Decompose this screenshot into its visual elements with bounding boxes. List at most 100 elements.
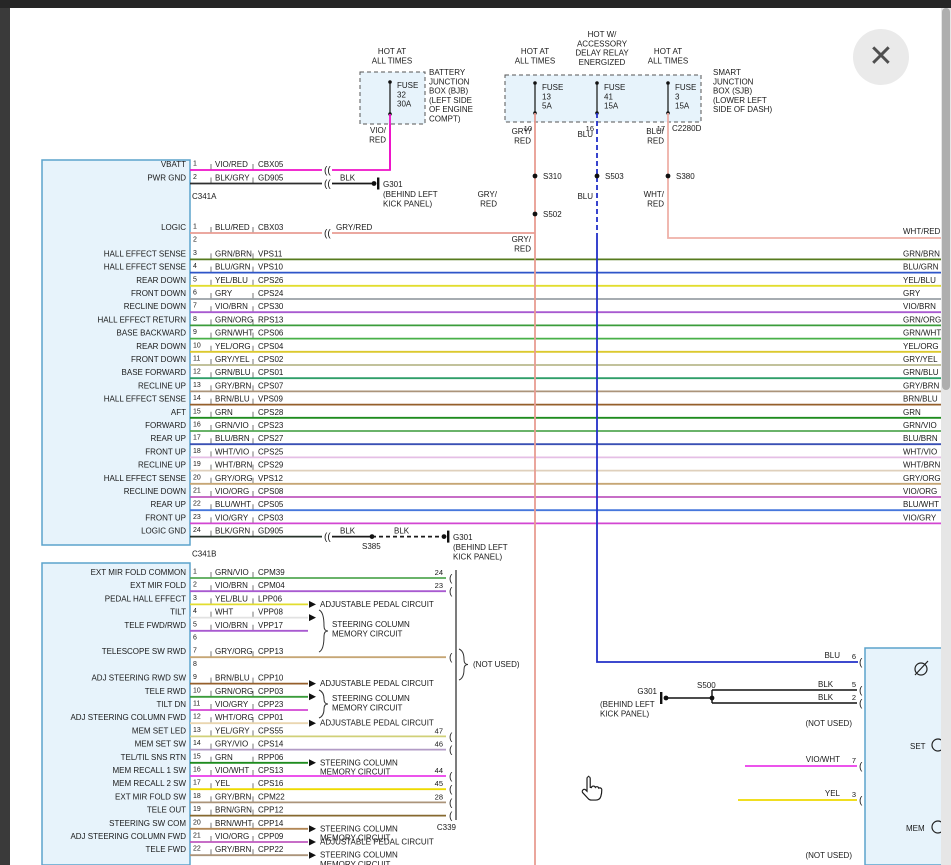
wire-color-edge-label: GRY/BRN xyxy=(903,381,940,390)
close-button[interactable]: ✕ xyxy=(853,29,909,85)
pin-number: 15 xyxy=(193,753,201,760)
wire-color-edge-label: WHT/RED xyxy=(903,227,941,236)
connector-arc: ( xyxy=(449,587,453,598)
scrollbar-thumb[interactable] xyxy=(942,8,950,390)
pin-number: 17 xyxy=(193,435,201,442)
wire-name: YEL/BLU xyxy=(215,594,248,603)
circuit-code: CPP10 xyxy=(258,674,284,683)
wire-name: BLU/GRN xyxy=(215,263,251,272)
circuit-code: CPS30 xyxy=(258,302,284,311)
pin-label: RECLINE UP xyxy=(138,381,186,390)
connector-arc: ( xyxy=(859,761,863,772)
circuit-code: CPP23 xyxy=(258,700,284,709)
wire-name: GRN/VIO xyxy=(215,568,249,577)
arrow xyxy=(309,852,316,859)
ground-note: (BEHIND LEFTKICK PANEL) xyxy=(600,700,655,718)
circuit-code: CPS26 xyxy=(258,276,284,285)
sjb-label: SMARTJUNCTIONBOX (SJB)(LOWER LEFTSIDE OF… xyxy=(713,68,772,114)
diagram-page[interactable]: VBATT1VIO/REDCBX05((PWR GND2BLK/GRYGD905… xyxy=(10,8,941,865)
wire-name: GRY/RED xyxy=(512,127,532,145)
splice-id: S385 xyxy=(362,542,381,551)
connector-id: C341A xyxy=(192,192,217,201)
wire-name: WHT/ORG xyxy=(215,713,254,722)
wire-name: BLU xyxy=(577,192,593,201)
pin-label: FRONT UP xyxy=(145,513,186,522)
circuit-destination: ADJUSTABLE PEDAL CIRCUIT xyxy=(320,679,434,688)
pin-number: 14 xyxy=(193,740,201,747)
circuit-code: CPS08 xyxy=(258,487,284,496)
ground-note: (BEHIND LEFTKICK PANEL) xyxy=(453,543,508,561)
circuit-code: VPP17 xyxy=(258,621,283,630)
circuit-code: CPP03 xyxy=(258,687,284,696)
arrow xyxy=(309,825,316,832)
pin-label: ADJ STEERING COLUMN FWD xyxy=(70,713,186,722)
pin-label: TELE FWD/RWD xyxy=(124,621,186,630)
pin-number: 5 xyxy=(193,276,197,283)
pin-number: 16 xyxy=(193,767,201,774)
wire-name: BLU/BRN xyxy=(215,434,250,443)
brace xyxy=(459,649,468,680)
pin-number: 2 xyxy=(193,582,197,589)
circuit-destination: STEERING COLUMNMEMORY CIRCUIT xyxy=(332,694,410,712)
pin-number: 4 xyxy=(193,608,197,615)
scrollbar-track[interactable] xyxy=(941,8,951,865)
wire-name: GRY xyxy=(215,289,233,298)
connector-arc: ( xyxy=(449,785,453,796)
pin-label: MEM SET LED xyxy=(132,726,186,735)
circuit-code: CPS14 xyxy=(258,740,284,749)
wire-color-edge-label: GRN xyxy=(903,408,921,417)
wire-name: GRN/VIO xyxy=(215,421,249,430)
splice-dot xyxy=(533,174,538,179)
circuit-code: RPP06 xyxy=(258,753,284,762)
wire-name: WHT/BRN xyxy=(215,461,253,470)
connector-arc: ( xyxy=(859,685,863,696)
wire-name: BLK xyxy=(340,527,356,536)
splice-id: S310 xyxy=(543,172,562,181)
circuit-code: CPS24 xyxy=(258,289,284,298)
circuit-code: CPS23 xyxy=(258,421,284,430)
wire-color-edge-label: WHT/VIO xyxy=(903,447,937,456)
pin-number: 21 xyxy=(193,488,201,495)
circuit-code: RPS13 xyxy=(258,315,284,324)
pin-label: REAR UP xyxy=(150,434,186,443)
inline-connector: (( xyxy=(324,179,331,190)
switch-label: SET xyxy=(910,742,926,751)
hot-label: HOT W/ACCESSORYDELAY RELAYENERGIZED xyxy=(575,30,629,67)
pin-label: FORWARD xyxy=(145,421,186,430)
wire-color-edge-label: VIO/BRN xyxy=(903,302,936,311)
splice-dot xyxy=(372,181,377,186)
splice-id: S500 xyxy=(697,681,716,690)
circuit-code: CPS13 xyxy=(258,766,284,775)
arrow xyxy=(309,759,316,766)
pin-number: 14 xyxy=(193,395,201,402)
circuit-code: CPS27 xyxy=(258,434,284,443)
arrow xyxy=(309,839,316,846)
wire-color-edge-label: GRN/ORG xyxy=(903,315,941,324)
hot-label: HOT ATALL TIMES xyxy=(515,47,555,65)
splice-id: S503 xyxy=(605,172,624,181)
circuit-code: CPM04 xyxy=(258,581,285,590)
wire-name: YEL/BLU xyxy=(215,276,248,285)
splice-dot xyxy=(666,81,670,85)
wire-name: VIO/GRY xyxy=(215,513,249,522)
pin-label: TEL/TIL SNS RTN xyxy=(121,753,187,762)
wire-color-edge-label: VIO/GRY xyxy=(903,513,937,522)
wire-name: YEL xyxy=(215,779,231,788)
circuit-code: CPP22 xyxy=(258,845,284,854)
circuit-code: CPS07 xyxy=(258,381,284,390)
pin-number: 5 xyxy=(852,680,856,689)
wire-name: BRN/BLU xyxy=(215,674,250,683)
pin-number: 12 xyxy=(193,369,201,376)
pin-label: MEM RECALL 1 SW xyxy=(113,766,187,775)
circuit-code: CPS05 xyxy=(258,500,284,509)
wire-name: BRN/BLU xyxy=(215,395,250,404)
pin-label: HALL EFFECT SENSE xyxy=(104,263,186,272)
arrow xyxy=(309,614,316,621)
inline-connector: (( xyxy=(324,228,331,239)
arrow xyxy=(309,680,316,687)
arrow xyxy=(309,693,316,700)
wire-name: VIO/ORG xyxy=(215,487,249,496)
pin-label: LOGIC xyxy=(161,223,186,232)
circuit-code: CPS04 xyxy=(258,342,284,351)
dest-pin-number: 45 xyxy=(435,779,443,788)
